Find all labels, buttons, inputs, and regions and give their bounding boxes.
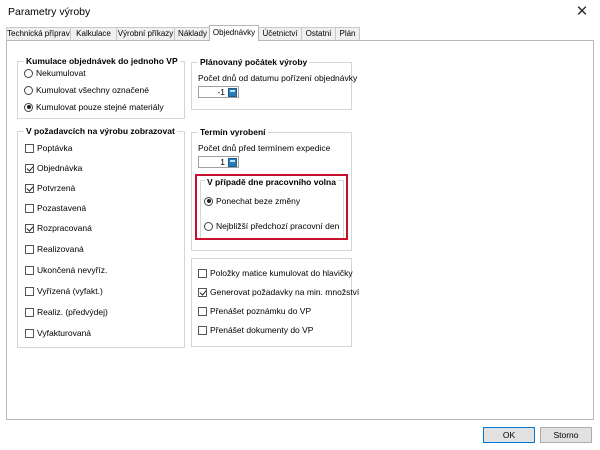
checkbox-polozky-matice[interactable] bbox=[198, 268, 207, 278]
calculator-icon[interactable] bbox=[228, 157, 237, 167]
checkbox-row-prenaset-dokumenty[interactable]: Přenášet dokumenty do VP bbox=[198, 324, 313, 336]
checkbox-poptavka[interactable] bbox=[25, 143, 34, 153]
tab-vyrobni-prikazy[interactable]: Výrobní příkazy bbox=[116, 27, 175, 40]
checkbox-pozastavena[interactable] bbox=[25, 203, 34, 213]
checkbox-row-potvrzena[interactable]: Potvrzená bbox=[25, 182, 75, 194]
kumulace-option-vsechny[interactable]: Kumulovat všechny označené bbox=[24, 84, 149, 96]
radio-kumulovat-stejne[interactable] bbox=[24, 102, 33, 112]
checkbox-row-objednavka[interactable]: Objednávka bbox=[25, 162, 82, 174]
radio-kumulovat-vsechny[interactable] bbox=[24, 85, 33, 95]
highlight-box bbox=[195, 174, 348, 240]
tab-naklady[interactable]: Náklady bbox=[174, 27, 211, 40]
tab-objednavky[interactable]: Objednávky bbox=[209, 25, 259, 41]
tab-ostatni[interactable]: Ostatní bbox=[301, 27, 336, 40]
checkbox-row-vyfakturovana[interactable]: Vyfakturovaná bbox=[25, 327, 91, 339]
cancel-button[interactable]: Storno bbox=[540, 427, 592, 443]
checkbox-rozpracovana[interactable] bbox=[25, 223, 34, 233]
checkbox-row-vyrizena[interactable]: Vyřízená (vyfakt.) bbox=[25, 285, 103, 297]
close-icon[interactable]: ✕ bbox=[572, 3, 592, 21]
planovany-days-input[interactable]: -1 bbox=[198, 86, 239, 98]
kumulace-option-nekumulovat[interactable]: Nekumulovat bbox=[24, 67, 86, 79]
pozadavky-title: V požadavcích na výrobu zobrazovat bbox=[24, 126, 177, 136]
checkbox-ukoncena-nevyriz[interactable] bbox=[25, 265, 34, 275]
window-title: Parametry výroby bbox=[8, 6, 91, 18]
checkbox-row-ukoncena[interactable]: Ukončená nevyříz. bbox=[25, 264, 107, 276]
checkbox-realiz-predvydej[interactable] bbox=[25, 307, 34, 317]
termin-title: Termín vyrobení bbox=[198, 127, 268, 137]
checkbox-prenaset-poznamku[interactable] bbox=[198, 306, 207, 316]
planovany-title: Plánovaný počátek výroby bbox=[198, 57, 310, 67]
checkbox-row-rozpracovana[interactable]: Rozpracovaná bbox=[25, 222, 92, 234]
planovany-label: Počet dnů od datumu pořízení objednávky bbox=[198, 73, 358, 83]
tab-kalkulace[interactable]: Kalkulace bbox=[70, 27, 117, 40]
tab-plan[interactable]: Plán bbox=[335, 27, 360, 40]
checkbox-row-polozky-matice[interactable]: Položky matice kumulovat do hlavičky bbox=[198, 267, 353, 279]
termin-label: Počet dnů před termínem expedice bbox=[198, 143, 331, 153]
kumulace-option-stejne[interactable]: Kumulovat pouze stejné materiály bbox=[24, 101, 164, 113]
checkbox-vyfakturovana[interactable] bbox=[25, 328, 34, 338]
checkbox-potvrzena[interactable] bbox=[25, 183, 34, 193]
checkbox-row-prenaset-poznamku[interactable]: Přenášet poznámku do VP bbox=[198, 305, 311, 317]
radio-nekumulovat[interactable] bbox=[24, 68, 33, 78]
checkbox-row-generovat-pozadavky[interactable]: Generovat požadavky na min. množství bbox=[198, 286, 359, 298]
calculator-icon[interactable] bbox=[228, 87, 237, 97]
checkbox-row-realiz-predvydej[interactable]: Realiz. (předvýdej) bbox=[25, 306, 108, 318]
ok-button[interactable]: OK bbox=[483, 427, 535, 443]
title-bar: Parametry výroby ✕ bbox=[0, 0, 600, 26]
checkbox-vyrizena[interactable] bbox=[25, 286, 34, 296]
checkbox-generovat-pozadavky[interactable] bbox=[198, 287, 207, 297]
checkbox-objednavka[interactable] bbox=[25, 163, 34, 173]
checkbox-row-poptavka[interactable]: Poptávka bbox=[25, 142, 72, 154]
termin-days-input[interactable]: 1 bbox=[198, 156, 239, 168]
checkbox-realizovana[interactable] bbox=[25, 244, 34, 254]
tab-technicka-priprava[interactable]: Technická příprava bbox=[6, 27, 74, 40]
kumulace-title: Kumulace objednávek do jednoho VP bbox=[24, 56, 180, 66]
checkbox-row-pozastavena[interactable]: Pozastavená bbox=[25, 202, 86, 214]
tab-ucetnictvi[interactable]: Účetnictví bbox=[258, 27, 302, 40]
checkbox-prenaset-dokumenty[interactable] bbox=[198, 325, 207, 335]
checkbox-row-realizovana[interactable]: Realizovaná bbox=[25, 243, 84, 255]
